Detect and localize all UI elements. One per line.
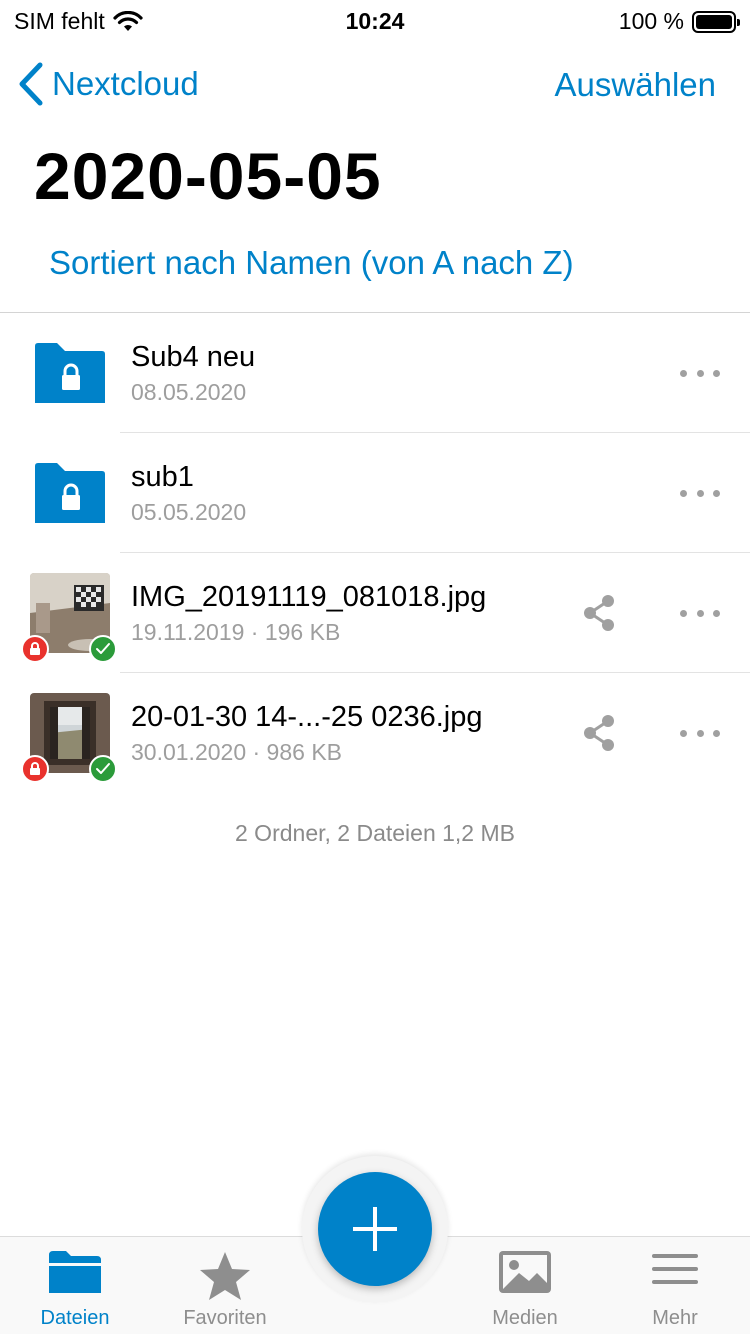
synced-check-icon — [89, 755, 117, 783]
folder-summary: 2 Ordner, 2 Dateien 1,2 MB — [235, 820, 515, 846]
file-meta: 05.05.2020 — [131, 499, 247, 525]
locked-folder-icon — [35, 463, 105, 523]
list-item[interactable]: Sub4 neu 08.05.2020 — [0, 313, 750, 433]
tab-label: Favoriten — [183, 1307, 267, 1329]
share-icon[interactable] — [580, 713, 620, 753]
sort-button[interactable]: Sortiert nach Namen (von A nach Z) — [49, 244, 574, 282]
nav-bar: Nextcloud Auswählen — [0, 56, 750, 112]
list-item[interactable]: 20-01-30 14-...-25 0236.jpg 30.01.2020 ·… — [0, 673, 750, 793]
plus-icon — [353, 1207, 397, 1251]
image-icon — [499, 1251, 551, 1293]
file-list: Sub4 neu 08.05.2020 sub1 05.05.2020 IMG_… — [0, 313, 750, 793]
file-meta: 08.05.2020 — [131, 379, 247, 405]
status-bar: SIM fehlt 10:24 100 % — [0, 0, 750, 40]
chevron-left-icon — [19, 62, 43, 106]
tab-favorites[interactable]: Favoriten — [150, 1237, 300, 1334]
more-options-icon[interactable] — [680, 363, 720, 383]
file-name: IMG_20191119_081018.jpg — [131, 581, 487, 613]
more-options-icon[interactable] — [680, 603, 720, 623]
folder-icon — [49, 1251, 101, 1293]
list-item[interactable]: sub1 05.05.2020 — [0, 433, 750, 553]
share-icon[interactable] — [580, 593, 620, 633]
select-button[interactable]: Auswählen — [555, 66, 716, 104]
battery-percent: 100 % — [618, 8, 684, 34]
page-title: 2020-05-05 — [34, 139, 382, 213]
file-meta: 19.11.2019 · 196 KB — [131, 619, 341, 645]
tab-label: Mehr — [652, 1307, 698, 1329]
more-options-icon[interactable] — [680, 483, 720, 503]
tab-more[interactable]: Mehr — [600, 1237, 750, 1334]
back-button-label: Nextcloud — [52, 65, 199, 102]
add-button[interactable] — [318, 1172, 432, 1286]
menu-icon — [652, 1254, 698, 1284]
battery-icon — [692, 10, 740, 33]
tab-label: Medien — [492, 1307, 558, 1329]
tab-files[interactable]: Dateien — [0, 1237, 150, 1334]
file-name: Sub4 neu — [131, 341, 256, 373]
star-icon — [200, 1252, 250, 1300]
synced-check-icon — [89, 635, 117, 663]
tab-label: Dateien — [40, 1307, 110, 1329]
file-meta: 30.01.2020 · 986 KB — [131, 739, 342, 765]
status-battery-group: 100 % — [618, 8, 740, 35]
lock-badge-icon — [21, 635, 49, 663]
file-name: 20-01-30 14-...-25 0236.jpg — [131, 701, 483, 733]
list-item[interactable]: IMG_20191119_081018.jpg 19.11.2019 · 196… — [0, 553, 750, 673]
tab-media[interactable]: Medien — [450, 1237, 600, 1334]
lock-badge-icon — [21, 755, 49, 783]
more-options-icon[interactable] — [680, 723, 720, 743]
back-button[interactable]: Nextcloud — [18, 62, 199, 106]
locked-folder-icon — [35, 343, 105, 403]
file-name: sub1 — [131, 461, 194, 493]
